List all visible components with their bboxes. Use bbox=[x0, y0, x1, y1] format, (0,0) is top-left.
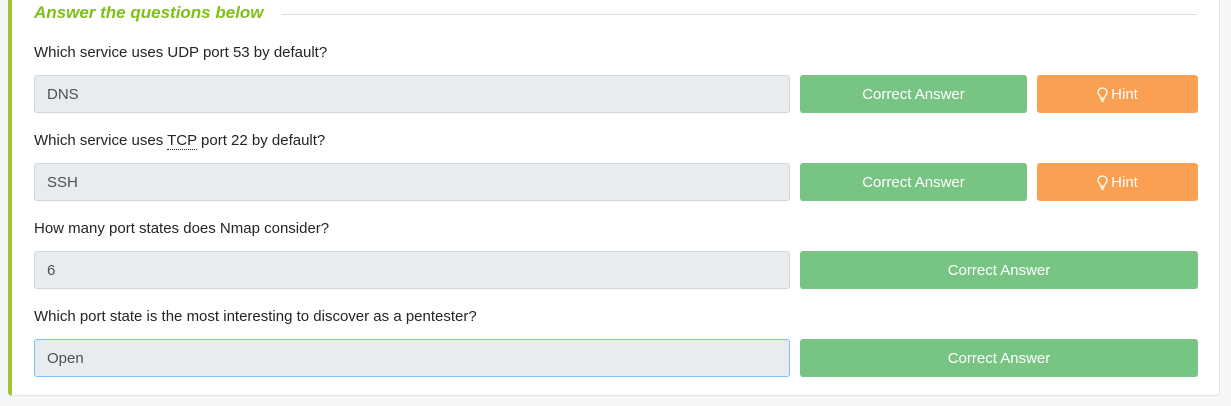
question-4-label: Which port state is the most interesting… bbox=[34, 308, 477, 325]
button-label: Correct Answer bbox=[947, 349, 1051, 367]
question-2-correct-answer-button[interactable]: Correct Answer bbox=[800, 163, 1027, 201]
question-1-correct-answer-button[interactable]: Correct Answer bbox=[800, 75, 1027, 113]
question-1-label: Which service uses UDP port 53 by defaul… bbox=[34, 44, 327, 61]
question-4-correct-answer-button[interactable]: Correct Answer bbox=[800, 339, 1198, 377]
question-text: Which service uses UDP port 53 by defaul… bbox=[34, 44, 328, 61]
button-label: Correct Answer bbox=[947, 261, 1051, 279]
question-text: port 22 by default? bbox=[196, 132, 326, 149]
question-1-answer-field[interactable] bbox=[34, 75, 790, 113]
button-label: Correct Answer bbox=[862, 173, 965, 191]
section-title: Answer the questions below bbox=[34, 3, 264, 22]
button-label: Hint bbox=[1111, 173, 1138, 191]
lightbulb-icon bbox=[1097, 174, 1108, 190]
question-2-hint-button[interactable]: Hint bbox=[1037, 163, 1198, 201]
question-text: How many port states does Nmap consider? bbox=[34, 220, 330, 237]
section-divider bbox=[281, 13, 1197, 15]
questions-card: Answer the questions below Which service… bbox=[8, 0, 1220, 396]
question-1-hint-button[interactable]: Hint bbox=[1037, 75, 1198, 113]
button-label: Hint bbox=[1111, 85, 1138, 103]
question-3-correct-answer-button[interactable]: Correct Answer bbox=[800, 251, 1198, 289]
lightbulb-icon bbox=[1097, 86, 1108, 102]
button-label: Correct Answer bbox=[862, 85, 965, 103]
abbreviation[interactable]: TCP bbox=[167, 132, 197, 150]
question-3-answer-field[interactable] bbox=[34, 251, 790, 289]
question-2-answer-field[interactable] bbox=[34, 163, 790, 201]
question-2-label: Which service uses TCP port 22 by defaul… bbox=[34, 132, 326, 150]
question-text: Which port state is the most interesting… bbox=[34, 308, 477, 325]
question-text: Which service uses bbox=[34, 132, 168, 149]
question-3-label: How many port states does Nmap consider? bbox=[34, 220, 329, 237]
section-header: Answer the questions below bbox=[34, 0, 1197, 26]
question-4-answer-field[interactable] bbox=[34, 339, 790, 377]
